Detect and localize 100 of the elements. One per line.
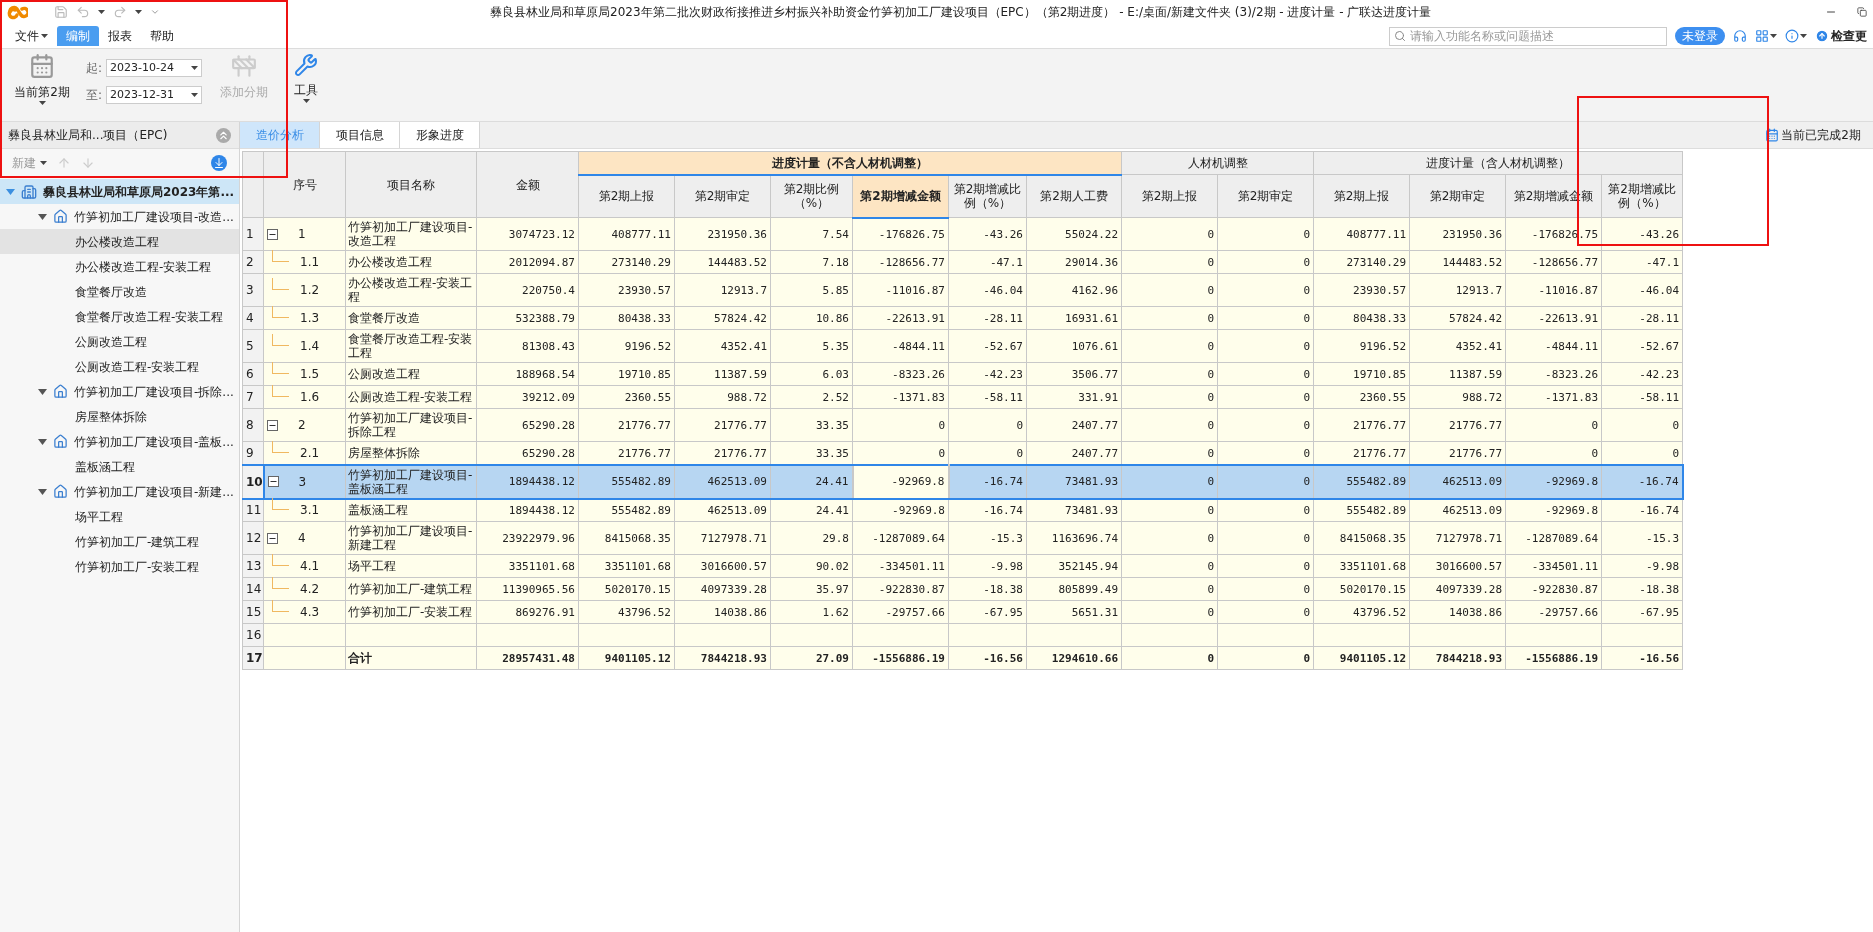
redo-icon[interactable] (113, 5, 127, 19)
expand-caret-icon[interactable] (38, 438, 47, 445)
tree-item[interactable]: 办公楼改造工程-安装工程 (0, 254, 239, 279)
value-cell: 2407.77 (1071, 418, 1119, 432)
value-cell: -43.26 (1639, 227, 1680, 241)
expand-caret-icon[interactable] (38, 488, 47, 495)
column-header[interactable]: 序号 (263, 151, 346, 218)
window-title: 彝良县林业局和草原局2023年第二批次财政衔接推进乡村振兴补助资金竹笋初加工厂建设项目（EPC）（第2期进度） - E:/桌面/新建文件夹 (3)/2期 - 进度计量 - 广联达进度计量 (490, 4, 1432, 21)
save-icon[interactable] (54, 5, 68, 19)
search-field[interactable]: 请输入功能名称或问题描述 (1389, 26, 1667, 46)
tools-button[interactable]: 工具 (286, 53, 327, 103)
column-header[interactable]: 第2期上报 (1313, 174, 1410, 218)
collapse-box-icon[interactable] (267, 228, 278, 240)
value-cell: 555482.89 (1346, 475, 1407, 489)
value-cell: 12913.7 (1455, 283, 1503, 297)
column-header[interactable]: 第2期增减比例（%） (948, 174, 1027, 218)
value-cell: 21776.77 (618, 418, 671, 432)
tree-item-label: 竹笋初加工厂建设项目-盖板... (74, 433, 234, 451)
column-header[interactable]: 金额 (476, 151, 579, 218)
download-icon[interactable] (211, 154, 227, 171)
value-cell: 2012094.87 (508, 255, 575, 269)
tree-item[interactable]: 食堂餐厅改造 (0, 279, 239, 304)
tree-item[interactable]: 竹笋初加工厂建设项目-改造... (0, 204, 239, 229)
tree-item[interactable]: 场平工程 (0, 504, 239, 529)
value-cell: -16.74 (983, 475, 1023, 489)
column-header[interactable]: 第2期审定 (1409, 174, 1506, 218)
start-date-field[interactable]: 2023-10-24 (106, 59, 203, 77)
value-cell: 19710.85 (1353, 367, 1407, 381)
end-date-field[interactable]: 2023-12-31 (106, 86, 203, 104)
value-cell: 0 (1207, 651, 1215, 665)
tree-item-label: 竹笋初加工厂-建筑工程 (75, 533, 200, 551)
column-header[interactable]: 项目名称 (345, 151, 477, 218)
value-cell: 7.18 (822, 255, 849, 269)
value-cell: 273140.29 (611, 255, 671, 269)
column-header[interactable]: 第2期比例（%） (770, 174, 853, 218)
value-cell: 2360.55 (1359, 390, 1407, 404)
tree-item[interactable]: 竹笋初加工厂-建筑工程 (0, 529, 239, 554)
column-header[interactable]: 第2期上报 (578, 174, 675, 218)
customize-toolbar-icon[interactable] (150, 7, 160, 17)
tab[interactable]: 项目信息 (320, 122, 400, 148)
value-cell: -92969.8 (1545, 504, 1599, 517)
wrench-icon (294, 53, 319, 77)
tree-item[interactable]: 竹笋初加工厂建设项目-拆除... (0, 379, 239, 404)
value-cell: 5.85 (822, 283, 849, 297)
tree-item[interactable]: 食堂餐厅改造工程-安装工程 (0, 304, 239, 329)
column-header[interactable]: 第2期增减比例（%） (1601, 174, 1683, 218)
row-seq: 1.3 (300, 310, 320, 327)
column-header[interactable]: 第2期审定 (1217, 174, 1314, 218)
column-header[interactable]: 第2期上报 (1121, 174, 1218, 218)
info-icon[interactable] (1785, 29, 1799, 43)
restore-icon[interactable] (1857, 7, 1867, 17)
value-cell: 462513.09 (1442, 475, 1503, 489)
tree-item[interactable]: 办公楼改造工程 (0, 229, 239, 254)
value-cell: 0 (1207, 390, 1215, 404)
tree-item[interactable]: 竹笋初加工厂建设项目-新建... (0, 479, 239, 504)
search-input[interactable]: 请输入功能名称或问题描述 (1410, 27, 1662, 45)
value-cell: 7127978.71 (1435, 531, 1503, 545)
value-cell: 144483.52 (1442, 255, 1503, 269)
column-header[interactable]: 第2期人工费 (1026, 174, 1122, 218)
value-cell: -43.26 (983, 227, 1023, 241)
value-cell: 3351101.68 (508, 559, 575, 573)
expand-caret-icon[interactable] (38, 213, 47, 220)
tree-item-label: 办公楼改造工程 (75, 233, 159, 251)
menu-tab[interactable]: 报表 (99, 26, 141, 46)
item-name: 办公楼改造工程 (348, 255, 432, 269)
current-period-button[interactable]: 当前第2期 (10, 53, 74, 105)
value-cell: 65290.28 (522, 418, 575, 432)
search-icon (1394, 30, 1406, 42)
info-caret-icon (1800, 34, 1807, 38)
value-cell: 0 (1303, 390, 1311, 404)
tree-item[interactable]: 竹笋初加工厂-安装工程 (0, 554, 239, 579)
tree-item[interactable]: 盖板涵工程 (0, 454, 239, 479)
undo-icon[interactable] (76, 5, 90, 19)
collapse-box-icon[interactable] (267, 476, 279, 487)
menu-tab[interactable]: 文件 (6, 26, 57, 46)
row-number: 6 (242, 362, 264, 386)
check-update-button[interactable]: 检查更 (1815, 27, 1867, 45)
tree-item[interactable]: 公厕改造工程 (0, 329, 239, 354)
tree-item[interactable]: 房屋整体拆除 (0, 404, 239, 429)
tree-item[interactable]: 公厕改造工程-安装工程 (0, 354, 239, 379)
column-header[interactable]: 第2期增减金额 (852, 174, 949, 218)
item-name: 公厕改造工程-安装工程 (348, 390, 473, 404)
tree-line (272, 600, 289, 612)
tree-item[interactable]: 彝良县林业局和草原局2023年第... (0, 179, 239, 204)
menu-tab[interactable]: 帮助 (141, 26, 183, 46)
expand-caret-icon[interactable] (38, 388, 47, 395)
tree-item[interactable]: 竹笋初加工厂建设项目-盖板... (0, 429, 239, 454)
collapse-box-icon[interactable] (267, 532, 278, 544)
house-icon (53, 434, 68, 449)
value-cell: 0 (1303, 283, 1311, 297)
value-cell: -42.23 (983, 367, 1023, 381)
collapse-icon[interactable] (216, 127, 231, 143)
apps-grid-icon[interactable] (1755, 29, 1769, 43)
column-header[interactable]: 第2期审定 (674, 174, 771, 218)
value-cell: 12913.7 (720, 283, 767, 297)
collapse-box-icon[interactable] (267, 419, 278, 431)
value-cell: 8415068.35 (1339, 531, 1407, 545)
tab[interactable]: 形象进度 (400, 122, 480, 148)
headset-icon[interactable] (1733, 29, 1747, 43)
value-cell: 7127978.71 (700, 531, 767, 545)
